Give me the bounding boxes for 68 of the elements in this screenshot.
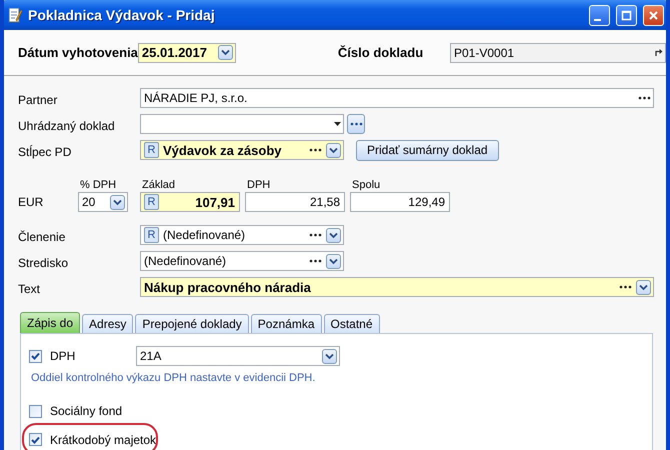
column-header: Základ — [141, 179, 176, 191]
column-header: % DPH — [79, 179, 118, 191]
date-field[interactable]: 25.01.2017 — [138, 42, 236, 62]
add-summary-button[interactable]: Pridať sumárny doklad — [356, 140, 499, 160]
lookup-button[interactable] — [347, 114, 365, 134]
checkbox-label: DPH — [50, 349, 76, 363]
chevron-down-icon — [325, 352, 334, 360]
input-field[interactable]: 21,58 — [245, 192, 345, 212]
field-label: Členenie — [18, 228, 66, 244]
combo-box[interactable]: 20 — [78, 192, 128, 212]
field-label: Číslo dokladu — [338, 45, 424, 60]
checkbox-label: Krátkodobý majetok — [50, 432, 156, 446]
tab[interactable]: Zápis do — [20, 312, 80, 333]
dropdown-button[interactable] — [322, 348, 337, 364]
document-icon — [8, 6, 22, 24]
dropdown-button[interactable] — [326, 142, 341, 158]
check-icon — [31, 436, 40, 444]
field-label: Partner — [18, 92, 58, 106]
input-field[interactable]: NÁRADIE PJ, s.r.o. — [140, 88, 654, 108]
chevron-down-icon — [220, 49, 230, 56]
dropdown-button[interactable] — [110, 194, 125, 210]
dropdown-button[interactable] — [326, 254, 341, 268]
field-label: Stĺpec PD — [18, 144, 72, 158]
chevron-down-icon — [329, 146, 338, 154]
dropdown-button[interactable] — [326, 228, 341, 242]
tab[interactable]: Prepojené doklady — [135, 314, 249, 333]
chevron-down-icon — [329, 258, 338, 264]
field-label: Dátum vyhotovenia — [18, 45, 138, 60]
column-header: DPH — [246, 179, 272, 191]
input-field[interactable]: P01-V0001 — [450, 42, 666, 62]
minimize-button[interactable] — [589, 4, 610, 26]
tab[interactable]: Ostatné — [324, 314, 380, 333]
window-title: Pokladnica Výdavok - Pridaj — [28, 7, 216, 23]
field-label: Stredisko — [18, 254, 70, 270]
hint-text: Oddiel kontrolného výkazu DPH nastavte v evidencii DPH. — [31, 372, 316, 384]
chevron-down-icon — [329, 232, 338, 238]
more-icon — [350, 122, 362, 126]
checkbox[interactable] — [29, 433, 42, 446]
field-label: Text — [18, 280, 42, 296]
arrow-icon — [654, 48, 663, 57]
close-button[interactable] — [643, 4, 664, 26]
checkbox[interactable] — [29, 404, 42, 418]
chevron-down-icon — [113, 198, 122, 206]
dropdown-button[interactable] — [636, 280, 651, 294]
input-field[interactable]: Nákup pracovného náradia — [140, 277, 654, 297]
minimize-icon — [594, 18, 601, 20]
maximize-icon — [621, 10, 632, 20]
field-label: Uhrádzaný doklad — [18, 118, 116, 132]
dropdown-button[interactable] — [218, 45, 233, 60]
input-field[interactable]: R 107,91 — [140, 192, 240, 212]
close-icon — [648, 10, 659, 20]
combo-box[interactable]: R (Nedefinované) — [140, 225, 344, 245]
input-field[interactable]: 129,49 — [350, 192, 450, 212]
tag-label: R — [144, 194, 159, 210]
combo-box[interactable]: R Výdavok za zásoby — [140, 140, 344, 160]
checkbox-label: Sociálny fond — [50, 404, 122, 418]
chevron-down-icon — [639, 284, 648, 290]
currency-label: EUR — [18, 194, 44, 211]
combo-box[interactable]: (Nedefinované) — [140, 251, 344, 271]
maximize-button[interactable] — [616, 4, 637, 26]
check-icon — [31, 352, 40, 360]
tag-label: R — [144, 227, 159, 243]
tab[interactable]: Adresy — [82, 314, 134, 333]
checkbox[interactable] — [29, 350, 42, 362]
tab[interactable]: Poznámka — [250, 314, 322, 333]
combo-box[interactable]: 21A — [136, 346, 340, 366]
tag-label: R — [144, 142, 159, 158]
column-header: Spolu — [351, 179, 382, 191]
